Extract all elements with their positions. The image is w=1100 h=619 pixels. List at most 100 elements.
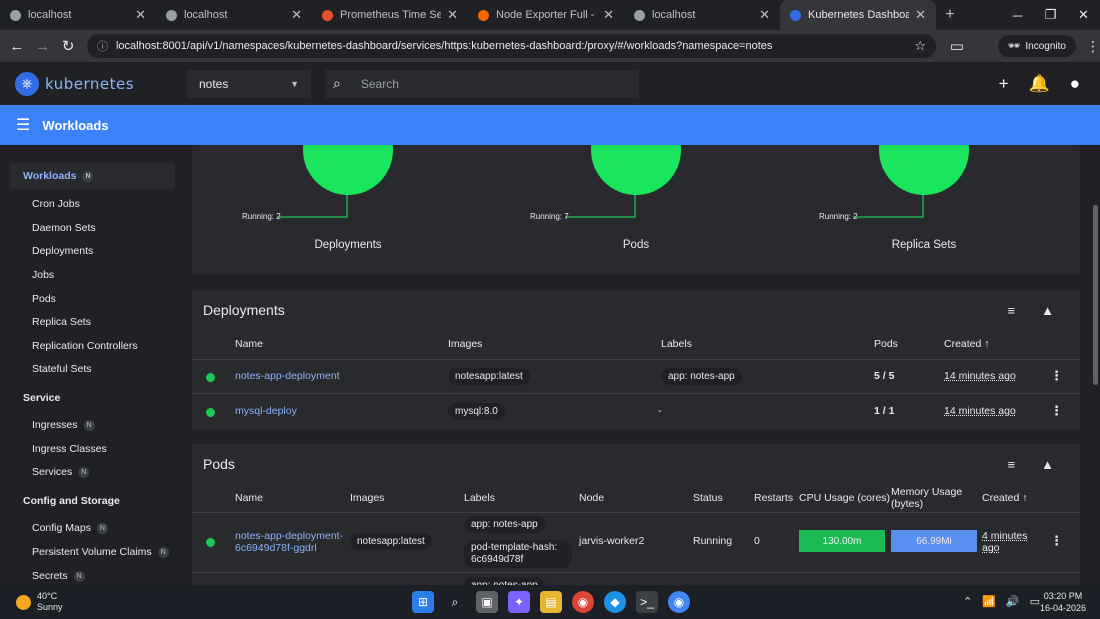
docker-icon[interactable]: ◆ [604, 591, 626, 613]
volume-icon[interactable]: 🔊 [1006, 595, 1020, 608]
deployment-name-link[interactable]: notes-app-deployment [235, 370, 339, 382]
prometheus-icon [322, 9, 333, 21]
sidebar-item-replica-sets[interactable]: Replica Sets [32, 316, 91, 328]
new-tab-button[interactable]: + [936, 6, 964, 24]
cpu-usage-sparkline[interactable]: 130.00m [799, 530, 885, 552]
collapse-chevron-icon[interactable]: ▲ [1041, 457, 1054, 472]
close-tab-icon[interactable]: ✕ [603, 7, 614, 23]
collapse-chevron-icon[interactable]: ▲ [1041, 303, 1054, 318]
sidebar-item-jobs[interactable]: Jobs [32, 269, 54, 281]
memory-usage-sparkline[interactable]: 66.99Mi [891, 530, 977, 552]
deployments-chart-leader-line [277, 195, 348, 218]
browser-tab[interactable]: Prometheus Time Series Co ✕ [312, 0, 468, 30]
sidebar-item-replication-controllers[interactable]: Replication Controllers [32, 340, 138, 352]
sidebar-item-workloads[interactable]: Workloads N [23, 170, 94, 182]
sidebar-item-label: Secrets [32, 570, 68, 582]
forward-icon[interactable]: → [30, 38, 56, 55]
browser-tab[interactable]: Node Exporter Full - Dashb ✕ [468, 0, 624, 30]
incognito-indicator[interactable]: 🕶 Incognito [997, 35, 1076, 57]
column-header-name[interactable]: Name [235, 338, 263, 350]
created-time: 4 minutes ago [982, 530, 1028, 554]
weather-widget[interactable]: 40°C Sunny [0, 591, 63, 613]
row-actions-icon[interactable]: ⋮ [1050, 368, 1063, 384]
sidebar-item-services[interactable]: Services N [32, 466, 90, 478]
bookmark-star-icon[interactable]: ☆ [914, 38, 926, 54]
row-actions-icon[interactable]: ⋮ [1050, 533, 1063, 549]
main-scrollbar[interactable] [1093, 205, 1098, 385]
incognito-label: Incognito [1025, 40, 1066, 52]
sidebar-item-deployments[interactable]: Deployments [32, 245, 93, 257]
row-divider [192, 359, 1080, 360]
column-header-pods: Pods [874, 338, 898, 350]
account-icon[interactable]: ● [1070, 74, 1080, 94]
sidebar-item-label: Ingress Classes [32, 443, 107, 455]
notifications-bell-icon[interactable]: 🔔 [1029, 74, 1050, 94]
browser-tab[interactable]: localhost ✕ [156, 0, 312, 30]
restart-count: 0 [754, 535, 760, 547]
sidebar-item-persistent-volume-claims[interactable]: Persistent Volume Claims N [32, 546, 169, 558]
sidebar-item-secrets[interactable]: Secrets N [32, 570, 85, 582]
search-icon[interactable]: ⌕ [444, 591, 466, 613]
reload-icon[interactable]: ↻ [55, 37, 81, 55]
url-text[interactable]: localhost:8001/api/v1/namespaces/kuberne… [116, 40, 914, 52]
namespace-select[interactable]: notes ▼ [187, 69, 311, 98]
sidebar-section-config-storage[interactable]: Config and Storage [23, 495, 120, 507]
deployment-name-link[interactable]: mysql-deploy [235, 405, 297, 417]
browser-tab-active[interactable]: Kubernetes Dashboard ✕ [780, 0, 936, 30]
image-chip: mysql:8.0 [448, 403, 505, 420]
copilot-icon[interactable]: ✦ [508, 591, 530, 613]
close-tab-icon[interactable]: ✕ [915, 7, 926, 23]
sidebar-item-pods[interactable]: Pods [32, 293, 56, 305]
chrome-icon[interactable]: ◉ [572, 591, 594, 613]
sidebar-item-config-maps[interactable]: Config Maps N [32, 522, 108, 534]
filter-icon[interactable]: ≡ [1008, 457, 1016, 472]
tray-overflow-chevron-icon[interactable]: ⌃ [963, 595, 972, 608]
address-bar[interactable]: ⓘ localhost:8001/api/v1/namespaces/kuber… [86, 34, 937, 58]
close-tab-icon[interactable]: ✕ [447, 7, 458, 23]
filter-icon[interactable]: ≡ [1008, 303, 1016, 318]
namespaced-badge: N [83, 419, 95, 431]
pod-name-link[interactable]: notes-app-deployment-6c6949d78f-ggdrl [235, 530, 345, 554]
sidebar-item-daemon-sets[interactable]: Daemon Sets [32, 222, 96, 234]
restore-icon[interactable]: ❐ [1034, 7, 1067, 23]
chrome-incognito-icon[interactable]: ◉ [668, 591, 690, 613]
sidebar-item-ingresses[interactable]: Ingresses N [32, 419, 95, 431]
column-header-created[interactable]: Created ↑ [982, 492, 1028, 504]
back-icon[interactable]: ← [4, 38, 30, 55]
file-explorer-icon[interactable]: ▤ [540, 591, 562, 613]
terminal-icon[interactable]: >_ [636, 591, 658, 613]
deployments-card: Deployments ≡ ▲ Name Images Labels Pods … [192, 290, 1080, 430]
sidebar-item-ingress-classes[interactable]: Ingress Classes [32, 443, 107, 455]
column-header-created[interactable]: Created ↑ [944, 338, 990, 350]
os-taskbar: 40°C Sunny ⊞ ⌕ ▣ ✦ ▤ ◉ ◆ >_ ◉ ⌃ 📶 🔊 ▭ 03… [0, 585, 1100, 619]
site-info-icon[interactable]: ⓘ [97, 38, 108, 54]
system-clock[interactable]: 03:20 PM 16-04-2026 [1040, 590, 1086, 614]
browser-tab[interactable]: localhost ✕ [624, 0, 780, 30]
hamburger-menu-icon[interactable]: ☰ [16, 115, 30, 135]
brand[interactable]: ⎈ kubernetes [0, 71, 187, 96]
column-header-name[interactable]: Name [235, 492, 263, 504]
sidebar-item-stateful-sets[interactable]: Stateful Sets [32, 363, 92, 375]
close-tab-icon[interactable]: ✕ [135, 7, 146, 23]
sidebar-item-cron-jobs[interactable]: Cron Jobs [32, 198, 80, 210]
create-resource-icon[interactable]: + [999, 74, 1009, 94]
row-actions-icon[interactable]: ⋮ [1050, 403, 1063, 419]
browser-menu-icon[interactable]: ⋮ [1086, 38, 1100, 55]
battery-icon[interactable]: ▭ [1030, 595, 1040, 608]
task-view-icon[interactable]: ▣ [476, 591, 498, 613]
wifi-icon[interactable]: 📶 [982, 595, 996, 608]
pods-count: 5 / 5 [874, 370, 895, 382]
browser-tab[interactable]: localhost ✕ [0, 0, 156, 30]
row-divider [192, 393, 1080, 394]
sidebar-section-service[interactable]: Service [23, 392, 60, 404]
column-header-status: Status [693, 492, 723, 504]
cast-icon[interactable]: ▭ [944, 37, 970, 55]
pod-status: Running [693, 535, 733, 547]
windows-start-icon[interactable]: ⊞ [412, 591, 434, 613]
minimize-icon[interactable]: ─ [1001, 8, 1034, 23]
search-input[interactable]: ⌕ Search [325, 69, 639, 98]
close-tab-icon[interactable]: ✕ [759, 7, 770, 23]
close-tab-icon[interactable]: ✕ [291, 7, 302, 23]
close-window-icon[interactable]: ✕ [1067, 7, 1100, 23]
pods-card-title: Pods [203, 456, 235, 472]
